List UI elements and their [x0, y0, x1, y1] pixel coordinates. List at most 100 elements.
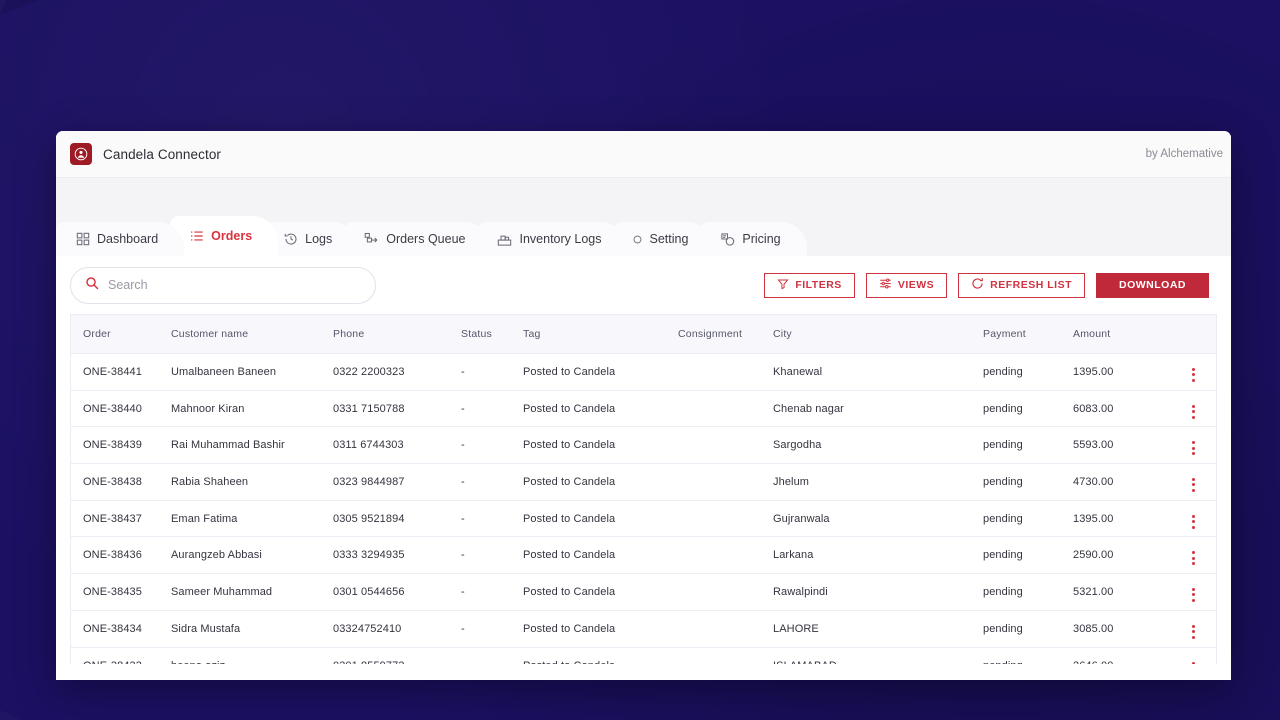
brand-credit: by Alchemative — [1145, 148, 1223, 160]
table-row[interactable]: ONE-38437 Eman Fatima 0305 9521894- Posted … — [71, 499, 1216, 537]
cell-city: Chenab nagar — [773, 389, 983, 427]
cell-phone: 0331 7150788 — [333, 389, 461, 427]
app-window: Candela Connector by Alchemative Dashboa… — [56, 131, 1231, 680]
table-row[interactable]: ONE-38440 Mahnoor Kiran 0331 7150788- Poste… — [71, 389, 1216, 427]
cell-order: ONE-38437 — [71, 499, 171, 537]
cell-phone: 0333 3294935 — [333, 536, 461, 574]
cell-amount: 2646.00 — [1073, 646, 1168, 664]
views-label: VIEWS — [897, 279, 935, 291]
column-header-city[interactable]: City — [773, 315, 983, 354]
tab-inventory-logs[interactable]: Inventory Logs — [477, 222, 628, 256]
tab-label: Dashboard — [97, 232, 159, 246]
cell-tag: Posted to Candela — [523, 353, 678, 391]
tab-dashboard[interactable]: Dashboard — [56, 222, 185, 256]
column-header-payment[interactable]: Payment — [983, 315, 1073, 354]
table-row[interactable]: ONE-38441 Umalbaneen Baneen 0322 2200323- P… — [71, 353, 1216, 391]
cell-order: ONE-38436 — [71, 536, 171, 574]
cell-payment: pending — [983, 536, 1073, 574]
cell-tag: Posted to Candela — [523, 426, 678, 464]
cell-status: - — [461, 609, 523, 647]
cell-customer: Rai Muhammad Bashir — [171, 426, 333, 464]
cell-customer: beena aziz — [171, 646, 333, 664]
tab-orders[interactable]: Orders — [170, 216, 279, 256]
column-header-status[interactable]: Status — [461, 315, 523, 354]
tab-setting[interactable]: Setting — [613, 222, 715, 256]
grid-icon — [76, 232, 90, 246]
cell-order: ONE-38438 — [71, 463, 171, 501]
cell-amount: 4730.00 — [1073, 463, 1168, 501]
cell-city: Rawalpindi — [773, 573, 983, 611]
cell-city: ISLAMABAD — [773, 646, 983, 664]
tab-logs[interactable]: Logs — [264, 222, 359, 256]
kebab-menu-icon[interactable] — [1191, 477, 1195, 492]
kebab-menu-icon[interactable] — [1191, 367, 1195, 382]
column-header-consignment[interactable]: Consignment — [678, 315, 773, 354]
tab-label: Inventory Logs — [519, 232, 602, 246]
column-header-actions — [1168, 315, 1216, 354]
kebab-menu-icon[interactable] — [1191, 624, 1195, 639]
cell-customer: Eman Fatima — [171, 499, 333, 537]
tab-strip: Dashboard Orders Logs Orders Queue Inven… — [56, 178, 1231, 256]
cell-customer: Sidra Mustafa — [171, 609, 333, 647]
search-input[interactable] — [108, 278, 361, 292]
cell-tag: Posted to Candela — [523, 536, 678, 574]
kebab-menu-icon[interactable] — [1191, 551, 1195, 566]
cell-amount: 2590.00 — [1073, 536, 1168, 574]
cell-status: - — [461, 646, 523, 664]
cell-amount: 3085.00 — [1073, 609, 1168, 647]
table-row[interactable]: ONE-38434 Sidra Mustafa 03324752410- Posted… — [71, 609, 1216, 647]
inventory-icon — [497, 232, 512, 247]
search-icon — [85, 276, 99, 295]
tab-label: Setting — [649, 232, 689, 246]
column-header-amount[interactable]: Amount — [1073, 315, 1168, 354]
sliders-icon — [879, 277, 892, 293]
column-header-customer[interactable]: Customer name — [171, 315, 333, 354]
cell-amount: 6083.00 — [1073, 389, 1168, 427]
cell-actions — [1168, 389, 1216, 427]
cell-actions — [1168, 426, 1216, 464]
filters-button[interactable]: FILTERS — [764, 272, 855, 298]
kebab-menu-icon[interactable] — [1191, 404, 1195, 419]
table-row[interactable]: ONE-38435 Sameer Muhammad 0301 0544656- Pos… — [71, 573, 1216, 611]
cell-payment: pending — [983, 353, 1073, 391]
column-header-phone[interactable]: Phone — [333, 315, 461, 354]
download-button[interactable]: DOWNLOAD — [1096, 272, 1209, 298]
refresh-icon — [971, 277, 984, 293]
cell-actions — [1168, 463, 1216, 501]
tab-label: Orders — [211, 229, 253, 243]
title-bar: Candela Connector by Alchemative — [56, 131, 1231, 178]
column-header-tag[interactable]: Tag — [523, 315, 678, 354]
table-row[interactable]: ONE-38433beena aziz0301 8559773-Posted t… — [71, 646, 1216, 664]
views-button[interactable]: VIEWS — [865, 272, 948, 298]
cell-actions — [1168, 573, 1216, 611]
cell-tag: Posted to Candela — [523, 573, 678, 611]
app-title: Candela Connector — [103, 146, 222, 162]
cell-status: - — [461, 536, 523, 574]
filters-label: FILTERS — [795, 279, 842, 291]
cell-customer: Mahnoor Kiran — [171, 389, 333, 427]
cell-tag: Posted to Candela — [523, 499, 678, 537]
table-row[interactable]: ONE-38438 Rabia Shaheen 0323 9844987- Poste… — [71, 463, 1216, 501]
table-row[interactable]: ONE-38436 Aurangzeb Abbasi 0333 3294935- Po… — [71, 536, 1216, 574]
cell-customer: Rabia Shaheen — [171, 463, 333, 501]
cell-phone: 0305 9521894 — [333, 499, 461, 537]
cell-actions — [1168, 536, 1216, 574]
tab-label: Pricing — [742, 232, 781, 246]
cell-consignment — [678, 353, 773, 391]
cell-payment: pending — [983, 426, 1073, 464]
kebab-menu-icon[interactable] — [1191, 587, 1195, 602]
tab-orders-queue[interactable]: Orders Queue — [344, 222, 492, 256]
kebab-menu-icon[interactable] — [1191, 441, 1195, 456]
cell-payment: pending — [983, 646, 1073, 664]
cell-status: - — [461, 353, 523, 391]
tab-pricing[interactable]: Pricing — [700, 222, 807, 256]
kebab-menu-icon[interactable] — [1191, 661, 1195, 664]
search-box[interactable] — [70, 266, 376, 304]
cell-status: - — [461, 389, 523, 427]
cell-order: ONE-38435 — [71, 573, 171, 611]
refresh-list-button[interactable]: REFRESH LIST — [958, 272, 1085, 298]
column-header-order[interactable]: Order — [71, 315, 171, 354]
cell-amount: 1395.00 — [1073, 499, 1168, 537]
table-row[interactable]: ONE-38439 Rai Muhammad Bashir 0311 6744303… — [71, 426, 1216, 464]
kebab-menu-icon[interactable] — [1191, 514, 1195, 529]
